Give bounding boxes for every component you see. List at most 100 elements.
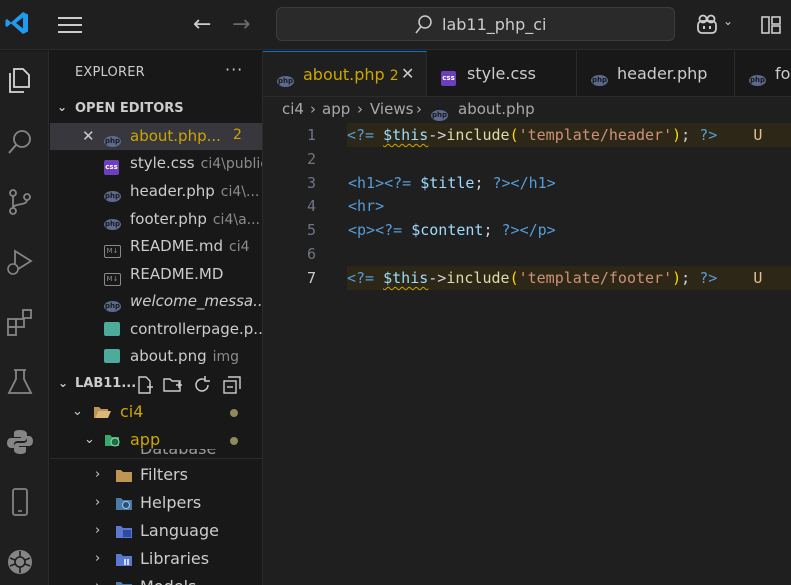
- php-icon: php: [749, 75, 766, 86]
- tree-folder-ci4[interactable]: ⌄ ci4: [50, 399, 262, 427]
- php-icon: php: [431, 110, 448, 121]
- breadcrumb: ci4 › app › Views › php about.php: [263, 97, 791, 121]
- chevron-right-icon: ›: [95, 551, 101, 566]
- search-text: lab11_php_ci: [442, 15, 547, 34]
- open-editor-dir: img: [212, 349, 240, 365]
- chevron-right-icon: ›: [95, 495, 101, 510]
- open-editor-item[interactable]: php header.php ci4\...: [50, 178, 262, 205]
- breadcrumb-item[interactable]: app: [322, 100, 350, 118]
- menu-icon[interactable]: [58, 17, 84, 35]
- tree-folder-name: ci4: [120, 402, 144, 421]
- markdown-icon: M↓: [104, 267, 121, 286]
- extensions-icon[interactable]: [5, 307, 35, 337]
- new-file-icon[interactable]: [135, 375, 155, 395]
- app-folder-icon: [105, 435, 120, 447]
- breadcrumb-item[interactable]: about.php: [458, 100, 535, 118]
- breadcrumb-item[interactable]: ci4: [282, 100, 304, 118]
- open-editor-item[interactable]: css style.css ci4\public: [50, 150, 263, 177]
- forward-arrow-icon[interactable]: →: [232, 12, 250, 38]
- more-actions-icon[interactable]: ···: [225, 60, 243, 79]
- search-icon: [415, 15, 432, 34]
- code-line: 4 <hr>: [263, 194, 791, 218]
- open-editor-item[interactable]: php footer.php ci4\a...: [50, 206, 262, 233]
- refresh-icon[interactable]: [192, 375, 212, 395]
- tree-folder-language[interactable]: › Language: [50, 518, 262, 546]
- tab-header-php[interactable]: php header.php: [577, 51, 735, 96]
- libraries-folder-icon: [116, 554, 132, 566]
- tab-label: foo: [775, 64, 791, 83]
- code-line: 5 <p><?= $content; ?></p>: [263, 218, 791, 242]
- close-icon[interactable]: ✕: [401, 64, 414, 83]
- open-editor-name: about.php...: [130, 127, 221, 145]
- line-number: 3: [306, 174, 316, 192]
- markdown-icon: M↓: [104, 239, 121, 258]
- open-editor-dir: ci4\public: [200, 156, 263, 172]
- language-folder-icon: [116, 526, 132, 538]
- untracked-marker: U: [753, 126, 763, 144]
- explorer-icon[interactable]: [5, 65, 35, 95]
- modified-dot: [230, 437, 238, 445]
- chevron-right-icon: ›: [95, 579, 100, 585]
- project-folder-header[interactable]: ⌄ LAB11...: [50, 371, 262, 397]
- chevron-down-icon: ⌄: [57, 100, 68, 114]
- open-editors-header[interactable]: ⌄ OPEN EDITORS: [50, 98, 262, 120]
- tree-folder-filters[interactable]: › Filters: [50, 462, 262, 490]
- breadcrumb-item[interactable]: Views: [370, 100, 413, 118]
- code-line: 1 <?= $this->include('template/header');…: [263, 123, 791, 147]
- open-editor-name: welcome_messa...: [130, 292, 263, 310]
- open-editor-item[interactable]: about.png img: [50, 343, 262, 370]
- open-editor-name: header.php: [130, 182, 215, 200]
- run-debug-icon[interactable]: [5, 247, 35, 277]
- command-center-search[interactable]: lab11_php_ci: [276, 7, 675, 41]
- python-icon[interactable]: [5, 427, 35, 457]
- open-editor-name: README.md: [130, 237, 224, 255]
- source-control-icon[interactable]: [5, 187, 35, 217]
- back-arrow-icon[interactable]: ←: [193, 12, 211, 38]
- tree-folder-libraries[interactable]: › Libraries: [50, 546, 262, 574]
- explorer-title: EXPLORER: [75, 65, 145, 80]
- open-editor-item[interactable]: M↓ README.MD: [50, 261, 262, 288]
- open-editor-item[interactable]: php welcome_messa...: [50, 288, 263, 315]
- tree-folder-name: Database: [140, 449, 216, 458]
- php-icon: php: [104, 219, 121, 230]
- line-number: 1: [306, 126, 316, 144]
- copilot-icon[interactable]: [695, 13, 719, 37]
- new-folder-icon[interactable]: [163, 375, 183, 395]
- tab-label: header.php: [617, 64, 708, 83]
- css-icon: css: [104, 155, 121, 175]
- close-icon[interactable]: ✕: [82, 127, 95, 145]
- code-text: <?= $this->include('template/header'); ?…: [347, 123, 791, 147]
- open-editor-item[interactable]: controllerpage.p...: [50, 316, 262, 343]
- collapse-all-icon[interactable]: [222, 375, 242, 395]
- chevron-down-icon: ⌄: [58, 376, 69, 390]
- folder-open-icon: [94, 407, 111, 418]
- editor-tabs: php about.php 2 ✕ css style.css php head…: [263, 51, 791, 97]
- php-icon: php: [104, 136, 121, 147]
- open-editor-item[interactable]: ✕ php about.php... 2: [50, 123, 262, 150]
- modified-dot: [230, 409, 238, 417]
- tab-style-css[interactable]: css style.css: [427, 51, 577, 96]
- tree-folder-helpers[interactable]: › Helpers: [50, 490, 262, 518]
- line-number: 5: [306, 221, 316, 239]
- open-editor-item[interactable]: M↓ README.md ci4: [50, 233, 262, 260]
- layout-toggle-icon[interactable]: [760, 14, 782, 36]
- code-line: 6: [263, 242, 791, 266]
- mobile-device-icon[interactable]: [5, 487, 35, 517]
- image-icon: [104, 322, 121, 337]
- line-number: 2: [306, 150, 316, 168]
- css-icon: css: [441, 65, 456, 86]
- tab-about-php[interactable]: php about.php 2 ✕: [263, 51, 427, 96]
- line-number: 4: [306, 197, 316, 215]
- vscode-logo-icon[interactable]: [4, 10, 30, 36]
- php-icon: php: [104, 191, 121, 202]
- code-editor[interactable]: 1 <?= $this->include('template/header');…: [263, 121, 791, 585]
- tree-folder-models[interactable]: › Models: [50, 574, 262, 585]
- search-icon[interactable]: [5, 127, 35, 157]
- kubernetes-icon[interactable]: [5, 547, 35, 577]
- testing-flask-icon[interactable]: [5, 367, 35, 397]
- untracked-marker: U: [753, 269, 763, 287]
- open-editor-dir: ci4\a...: [212, 212, 260, 228]
- code-line-current: 7 <?= $this->include('template/footer');…: [263, 266, 791, 290]
- chevron-down-icon[interactable]: ⌄: [723, 14, 733, 28]
- tab-footer-php[interactable]: php foo: [735, 51, 791, 96]
